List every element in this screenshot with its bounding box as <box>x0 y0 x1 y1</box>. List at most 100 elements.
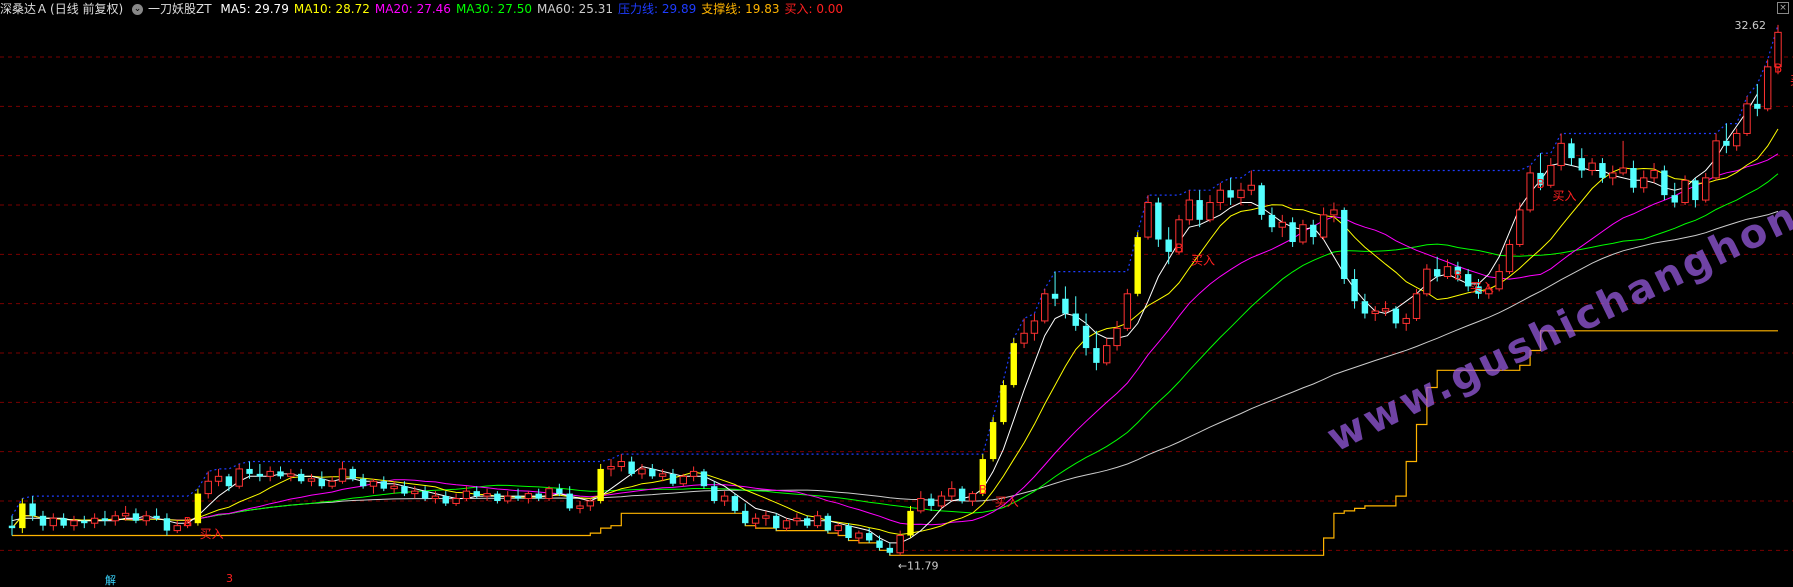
candle-body-5 <box>60 518 67 526</box>
candle-body-106 <box>1103 345 1111 364</box>
candle-body-51 <box>535 493 542 499</box>
candle-body-74 <box>773 515 780 529</box>
candle-body-13 <box>142 515 150 522</box>
candle-body-136 <box>1412 293 1421 319</box>
candle-body-46 <box>483 493 491 497</box>
candle-body-33 <box>349 468 357 479</box>
candle-body-38 <box>401 486 408 494</box>
candle-body-137 <box>1423 268 1431 295</box>
candle-body-68 <box>711 486 718 501</box>
candle-body-58 <box>607 465 615 470</box>
candle-body-169 <box>1754 103 1761 109</box>
candle-body-43 <box>452 498 460 504</box>
candle-body-7 <box>81 520 88 524</box>
candle-body-88 <box>917 498 925 512</box>
candle-body-4 <box>49 517 58 527</box>
candle-body-119 <box>1237 189 1245 199</box>
candle-body-100 <box>1041 293 1049 322</box>
candle-body-81 <box>845 525 852 538</box>
candle-body-91 <box>948 488 956 497</box>
period-label[interactable]: (日线 前复权) <box>50 2 123 16</box>
buy-b-marker-2: B <box>1175 241 1183 255</box>
candle-body-23 <box>246 468 253 474</box>
max-price-label: 32.62 <box>1735 19 1767 32</box>
candle-body-168 <box>1743 103 1751 134</box>
candle-body-41 <box>431 495 440 500</box>
candle-body-42 <box>442 496 449 504</box>
candle-body-144 <box>1495 271 1503 290</box>
candle-body-128 <box>1330 209 1338 216</box>
candle-body-97 <box>1010 343 1017 386</box>
chevron-down-icon[interactable]: ⌄ <box>132 4 144 15</box>
candle-body-166 <box>1723 140 1730 146</box>
candle-body-101 <box>1051 293 1059 299</box>
stock-name[interactable]: 深桑达Ａ <box>0 2 48 16</box>
candle-body-45 <box>473 491 480 497</box>
candle-body-90 <box>937 495 946 507</box>
candle-body-26 <box>277 471 284 477</box>
candle-body-127 <box>1319 214 1328 238</box>
candle-body-34 <box>359 478 367 487</box>
candlestick-chart[interactable]: B买入B买入B买入B买入B买入B买入32.62←11.79 <box>0 0 1793 587</box>
candle-body-47 <box>494 493 501 501</box>
min-price-label: ←11.79 <box>898 559 939 572</box>
header-item-0: MA5: 29.79 <box>220 2 289 16</box>
header-item-3: MA30: 27.50 <box>455 2 532 16</box>
candle-body-161 <box>1671 195 1678 203</box>
candle-body-10 <box>111 515 119 522</box>
candle-body-167 <box>1732 132 1741 147</box>
candle-body-135 <box>1402 317 1410 324</box>
candle-body-80 <box>834 525 842 532</box>
candle-body-139 <box>1443 266 1452 278</box>
candle-body-105 <box>1093 348 1100 363</box>
indicator-header: 深桑达Ａ (日线 前复权) ⌄ 一刀妖股ZT MA5: 29.79 MA10: 28.… <box>0 0 853 18</box>
candle-body-27 <box>287 473 295 477</box>
candle-body-66 <box>689 470 698 477</box>
bottom-signal-strip: 解 3 <box>0 572 1793 587</box>
candle-body-14 <box>153 515 160 519</box>
candle-body-20 <box>214 475 223 482</box>
candle-body-103 <box>1072 313 1079 326</box>
close-icon[interactable]: × <box>1777 2 1789 14</box>
candle-body-151 <box>1568 143 1575 159</box>
candle-body-126 <box>1310 224 1317 238</box>
candle-body-76 <box>793 517 801 522</box>
candle-body-157 <box>1630 168 1637 188</box>
candle-body-24 <box>256 473 264 477</box>
indicator-name[interactable]: 一刀妖股ZT <box>148 2 212 16</box>
buy-b-marker-4: B <box>1536 177 1544 191</box>
header-item-6: 支撑线: 19.83 <box>701 2 780 16</box>
candle-body-116 <box>1206 202 1214 221</box>
candle-body-64 <box>669 473 677 484</box>
candle-body-152 <box>1578 158 1585 171</box>
candle-body-158 <box>1640 177 1648 189</box>
candle-body-15 <box>163 518 171 531</box>
candle-body-134 <box>1392 308 1400 324</box>
candle-body-70 <box>731 496 739 511</box>
candle-body-63 <box>658 473 667 477</box>
candle-body-87 <box>907 510 914 536</box>
candle-body-109 <box>1134 237 1141 294</box>
candle-body-32 <box>338 468 347 482</box>
candle-body-54 <box>566 493 573 509</box>
candle-body-22 <box>235 468 243 487</box>
candle-body-57 <box>597 468 604 501</box>
indicator-values: MA5: 29.79 MA10: 28.72 MA20: 27.46 MA30: 27… <box>220 2 848 16</box>
candle-body-120 <box>1247 184 1255 191</box>
candle-body-2 <box>29 503 36 516</box>
candle-body-104 <box>1082 325 1090 349</box>
candle-body-60 <box>628 461 635 474</box>
buy-b-marker-3: B <box>1454 268 1462 282</box>
candle-body-62 <box>649 468 656 477</box>
candle-body-67 <box>700 471 708 487</box>
candle-body-145 <box>1505 243 1514 273</box>
candle-body-21 <box>225 476 233 487</box>
candle-body-79 <box>824 515 832 531</box>
candle-body-129 <box>1341 209 1348 279</box>
header-item-4: MA60: 25.31 <box>536 2 614 16</box>
candle-body-29 <box>307 478 316 482</box>
buy-b-marker-0: B <box>184 515 192 529</box>
candle-body-108 <box>1123 293 1132 329</box>
candle-body-82 <box>855 532 863 539</box>
candle-body-165 <box>1712 140 1720 179</box>
